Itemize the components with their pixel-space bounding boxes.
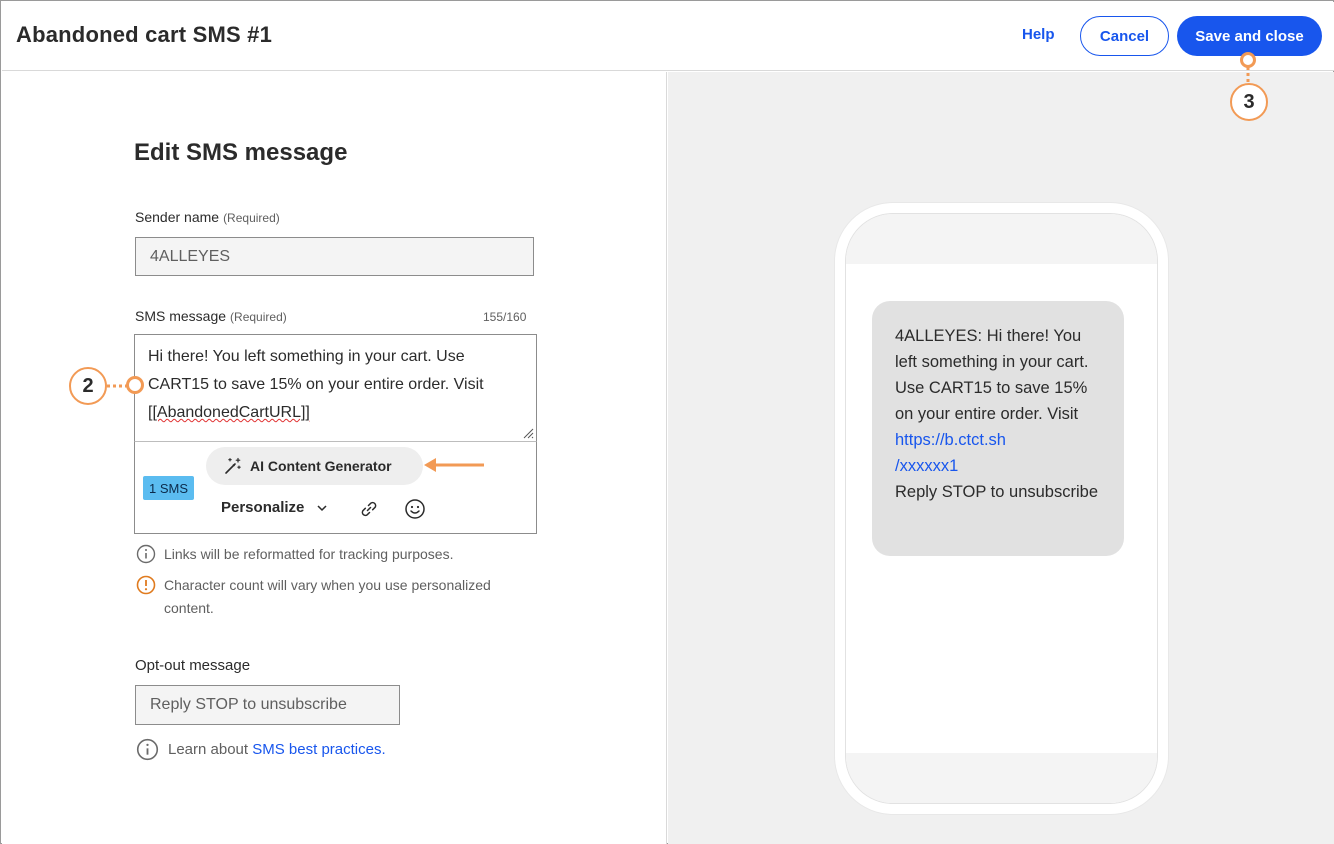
save-and-close-button[interactable]: Save and close (1177, 16, 1322, 56)
help-link[interactable]: Help (1022, 26, 1055, 43)
sender-name-label-text: Sender name (135, 209, 220, 225)
info-icon (136, 738, 159, 761)
opt-out-field[interactable]: Reply STOP to unsubscribe (135, 685, 400, 725)
sms-message-text: Hi there! You left something in your car… (148, 348, 484, 393)
character-count-note: Character count will vary when you use p… (164, 577, 491, 616)
preview-message-text: 4ALLEYES: Hi there! You left something i… (895, 327, 1089, 423)
required-marker: (Required) (223, 211, 280, 225)
resize-grip-icon[interactable] (522, 427, 534, 439)
phone-preview: 4ALLEYES: Hi there! You left something i… (835, 203, 1168, 814)
merge-tag: [[AbandonedCartURL]] (148, 404, 310, 421)
preview-pane: 4ALLEYES: Hi there! You left something i… (668, 72, 1334, 844)
preview-short-link-tail: /xxxxxx1 (895, 457, 959, 475)
sender-name-label: Sender name (Required) (135, 209, 280, 225)
callout-target-dot (1240, 52, 1256, 68)
phone-screen: 4ALLEYES: Hi there! You left something i… (845, 213, 1158, 804)
sender-name-value: 4ALLEYES (150, 247, 231, 265)
preview-opt-out-text: Reply STOP to unsubscribe (895, 483, 1098, 501)
sms-preview-bubble: 4ALLEYES: Hi there! You left something i… (872, 301, 1124, 556)
opt-out-value: Reply STOP to unsubscribe (150, 696, 347, 713)
sms-message-textarea[interactable]: Hi there! You left something in your car… (134, 334, 537, 442)
editor-heading: Edit SMS message (134, 139, 348, 166)
opt-out-label: Opt-out message (135, 657, 251, 674)
learn-more-text: Learn about (168, 741, 253, 758)
callout-connector (107, 384, 127, 388)
ai-content-generator-button[interactable]: AI Content Generator (206, 447, 423, 485)
step-2-callout: 2 (69, 367, 107, 405)
ai-button-label: AI Content Generator (250, 458, 392, 474)
character-counter: 155/160 (483, 310, 527, 324)
link-icon[interactable] (359, 499, 379, 519)
page-title: Abandoned cart SMS #1 (16, 22, 273, 47)
step-3-callout: 3 (1230, 83, 1268, 121)
learn-more-note: Learn about SMS best practices. (168, 738, 386, 761)
sender-name-field[interactable]: 4ALLEYES (135, 237, 534, 276)
app-frame: Abandoned cart SMS #1 Help Cancel Save a… (0, 0, 1334, 844)
header-bar: Abandoned cart SMS #1 Help Cancel Save a… (2, 2, 1334, 71)
chevron-down-icon (317, 504, 327, 511)
sms-message-label-text: SMS message (135, 308, 227, 324)
annotation-arrow (424, 458, 484, 472)
sms-best-practices-link[interactable]: SMS best practices. (252, 741, 385, 758)
editor-pane: Edit SMS message Sender name (Required) 4… (2, 72, 667, 844)
links-reformatted-note: Links will be reformatted for tracking p… (164, 546, 454, 562)
warning-icon (136, 575, 156, 595)
required-marker: (Required) (230, 310, 287, 324)
phone-status-area (846, 214, 1157, 264)
cancel-button[interactable]: Cancel (1080, 16, 1169, 56)
sms-count-badge: 1 SMS (143, 476, 195, 500)
emoji-icon[interactable] (404, 498, 426, 520)
phone-bottom-bar (846, 753, 1157, 803)
personalize-label: Personalize (221, 499, 305, 516)
callout-target-dot (126, 376, 144, 394)
magic-wand-icon (225, 457, 241, 474)
sms-message-label: SMS message (Required) (135, 308, 287, 324)
personalize-dropdown[interactable]: Personalize (221, 499, 328, 516)
preview-short-link: https://b.ctct.sh (895, 431, 1006, 449)
info-icon (136, 544, 156, 564)
